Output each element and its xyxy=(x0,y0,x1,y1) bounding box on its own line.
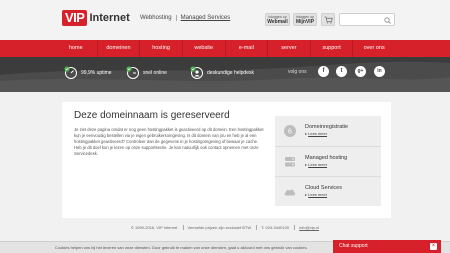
webhosting-link[interactable]: Webhosting xyxy=(136,15,176,21)
logo-internet-text: Internet xyxy=(89,12,130,24)
feature-online-label: snel online xyxy=(143,70,167,76)
server-icon xyxy=(285,157,295,167)
svg-text:6: 6 xyxy=(288,129,292,136)
domain-icon: 6 xyxy=(284,125,296,137)
linkedin-icon[interactable]: in xyxy=(374,66,385,77)
top-bar: VIP Internet Webhosting Managed Services… xyxy=(0,0,450,40)
feature-uptime-label: 99,9% uptime xyxy=(81,70,112,76)
service-domain-title: Domeinregistratie xyxy=(305,124,349,130)
feature-uptime: 99,9% uptime xyxy=(64,66,112,80)
service-hosting-link[interactable]: ▸ Lees meer xyxy=(305,162,327,167)
service-cloud-link[interactable]: ▸ Lees meer xyxy=(305,192,327,197)
nav-website[interactable]: website xyxy=(183,40,226,57)
speed-check-icon xyxy=(126,66,139,79)
cart-icon xyxy=(324,16,333,24)
nav-over-ons[interactable]: over ons xyxy=(353,40,395,57)
service-hosting[interactable]: Managed hosting ▸ Lees meer xyxy=(275,146,381,176)
service-domain-link-text[interactable]: Lees meer xyxy=(308,131,327,136)
facebook-icon[interactable]: f xyxy=(318,66,329,77)
footer-phone: T: 024-3440100 xyxy=(256,225,294,230)
service-cloud-link-text[interactable]: Lees meer xyxy=(308,192,327,197)
nav-domeinen[interactable]: domeinen xyxy=(98,40,141,57)
footer-prices: Vermelde prijzen zijn exclusief BTW xyxy=(182,225,256,230)
gauge-check-icon xyxy=(64,66,77,79)
page-title: Deze domeinnaam is gereserveerd xyxy=(74,110,230,121)
nav-home[interactable]: home xyxy=(55,40,98,57)
top-links: Webhosting Managed Services xyxy=(136,15,234,21)
footer-copyright: © 1999-2016, VIP Internet xyxy=(130,225,178,230)
nav-hosting[interactable]: hosting xyxy=(140,40,183,57)
webmail-label: Webmail xyxy=(267,19,288,26)
nav-email[interactable]: e-mail xyxy=(226,40,269,57)
service-cloud[interactable]: Cloud Services ▸ Lees meer xyxy=(275,176,381,206)
service-domain-link[interactable]: ▸ Lees meer xyxy=(305,131,327,136)
nav-items: home domeinen hosting website e-mail ser… xyxy=(55,40,395,57)
feature-helpdesk-label: deskundige helpdesk xyxy=(207,70,254,76)
footer: © 1999-2016, VIP Internet Vermelde prijz… xyxy=(0,225,450,230)
chat-support-button[interactable]: Chat support × xyxy=(333,240,441,253)
service-hosting-title: Managed hosting xyxy=(305,155,348,161)
managed-services-link[interactable]: Managed Services xyxy=(175,15,235,21)
feature-online: snel online xyxy=(126,66,167,80)
search-input[interactable] xyxy=(339,13,395,26)
myvip-login-button[interactable]: Inloggen op MijnVIP xyxy=(293,13,317,26)
helpdesk-check-icon xyxy=(190,66,203,79)
cloud-icon xyxy=(284,189,296,196)
google-plus-icon[interactable]: g+ xyxy=(355,66,366,77)
services-sidebar: 6 Domeinregistratie ▸ Lees meer Managed … xyxy=(275,116,381,206)
logo-vip-text: VIP xyxy=(62,10,88,26)
footer-email-link[interactable]: info@vip.nl xyxy=(294,225,324,230)
main-content: Deze domeinnaam is gereserveerd Je ziet … xyxy=(62,102,391,218)
nav-server[interactable]: server xyxy=(268,40,311,57)
chat-support-label: Chat support xyxy=(339,243,368,249)
vip-logo[interactable]: VIP Internet xyxy=(62,10,130,26)
service-cloud-title: Cloud Services xyxy=(305,185,342,191)
feature-helpdesk: deskundige helpdesk xyxy=(190,66,254,80)
cart-button[interactable] xyxy=(321,13,335,26)
nav-support[interactable]: support xyxy=(311,40,354,57)
webmail-login-button[interactable]: Inloggen op Webmail xyxy=(265,13,290,26)
chat-close-icon[interactable]: × xyxy=(430,243,437,250)
main-nav: home domeinen hosting website e-mail ser… xyxy=(0,40,450,57)
follow-us-label: volg ons xyxy=(288,69,307,75)
cookie-text: Cookies helpen ons bij het leveren van o… xyxy=(55,245,308,250)
myvip-label: MijnVIP xyxy=(295,19,315,26)
service-domain[interactable]: 6 Domeinregistratie ▸ Lees meer xyxy=(275,116,381,146)
twitter-icon[interactable]: t xyxy=(336,66,347,77)
service-hosting-link-text[interactable]: Lees meer xyxy=(308,162,327,167)
page-description: Je ziet deze pagina omdat er nog geen ho… xyxy=(74,127,264,156)
search-icon[interactable] xyxy=(384,16,391,24)
